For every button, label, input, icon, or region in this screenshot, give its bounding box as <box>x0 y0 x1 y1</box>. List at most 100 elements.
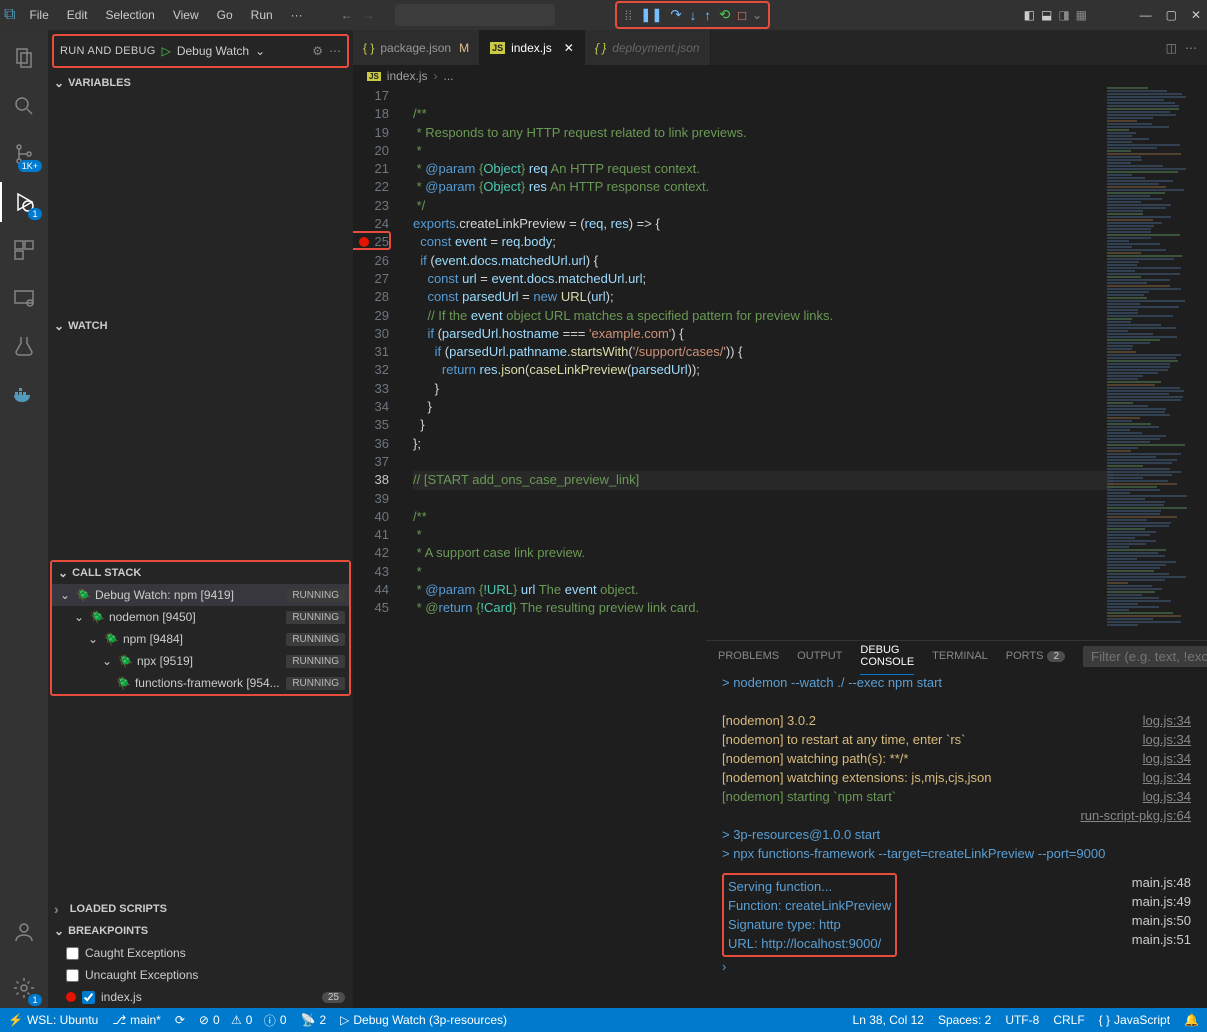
status-encoding[interactable]: UTF-8 <box>1005 1013 1039 1027</box>
status-indentation[interactable]: Spaces: 2 <box>938 1013 991 1027</box>
layout-panel-bottom-icon[interactable]: ⬓ <box>1041 8 1052 22</box>
debug-console[interactable]: > nodemon --watch ./ --exec npm start [n… <box>706 671 1207 984</box>
callstack-spacer <box>48 698 353 898</box>
callstack-row[interactable]: 🪲nodemon [9450]RUNNING <box>52 606 349 628</box>
debug-step-over-icon[interactable]: ↷ <box>668 5 683 25</box>
bp-uncaught-exceptions[interactable]: Uncaught Exceptions <box>48 964 353 986</box>
callstack-row[interactable]: 🪲Debug Watch: npm [9419]RUNNING <box>52 584 349 606</box>
nav-forward-icon[interactable]: → <box>363 8 375 22</box>
breakpoint-dot-icon <box>66 992 76 1002</box>
activity-remote-explorer-icon[interactable] <box>0 278 48 318</box>
debug-stop-icon[interactable]: □ <box>736 6 748 25</box>
panel-tab-problems[interactable]: PROBLEMS <box>718 644 779 668</box>
breadcrumb[interactable]: JS index.js › ... <box>353 65 1207 87</box>
menu-file[interactable]: File <box>21 4 56 26</box>
tab-index-js[interactable]: JSindex.js✕ <box>480 30 585 65</box>
status-sync[interactable]: ⟳ <box>175 1013 185 1027</box>
status-remote[interactable]: ⚡WSL: Ubuntu <box>8 1013 98 1027</box>
console-source-link[interactable]: main.js:49 <box>1132 892 1191 911</box>
menu-selection[interactable]: Selection <box>97 4 162 26</box>
console-source-link[interactable]: log.js:34 <box>1143 768 1191 787</box>
status-ports[interactable]: 📡2 <box>301 1013 327 1027</box>
panel-tab-terminal[interactable]: TERMINAL <box>932 644 988 668</box>
console-input-prompt[interactable]: › <box>722 957 1191 976</box>
debug-config-gear-icon[interactable]: ⚙ <box>312 44 323 58</box>
console-source-link[interactable]: run-script-pkg.js:64 <box>1080 806 1191 825</box>
layout-customize-icon[interactable]: ▦ <box>1076 8 1087 22</box>
menu-edit[interactable]: Edit <box>59 4 96 26</box>
layout-panel-right-icon[interactable]: ◨ <box>1058 8 1069 22</box>
console-source-link[interactable]: main.js:48 <box>1132 873 1191 892</box>
callstack-header[interactable]: CALL STACK <box>52 562 349 584</box>
bp-caught-exceptions[interactable]: Caught Exceptions <box>48 942 353 964</box>
console-source-link[interactable]: log.js:34 <box>1143 787 1191 806</box>
settings-badge: 1 <box>28 994 42 1006</box>
console-text: > 3p-resources@1.0.0 start <box>722 825 880 844</box>
console-source-link[interactable]: main.js:50 <box>1132 911 1191 930</box>
activity-testing-icon[interactable] <box>0 326 48 366</box>
status-debug-session[interactable]: ▷Debug Watch (3p-resources) <box>340 1013 507 1027</box>
breakpoints-header[interactable]: BREAKPOINTS <box>48 920 353 942</box>
chevron-down-icon[interactable]: ⌄ <box>255 44 265 58</box>
activity-settings-icon[interactable]: 1 <box>0 968 48 1008</box>
bp-caught-checkbox[interactable] <box>66 947 79 960</box>
menu-go[interactable]: Go <box>209 4 241 26</box>
debug-restart-icon[interactable]: ⟲ <box>717 5 732 25</box>
variables-section-header[interactable]: VARIABLES <box>48 72 353 94</box>
menu-overflow[interactable]: ··· <box>283 4 311 26</box>
tab-close-icon[interactable]: ✕ <box>564 41 574 55</box>
activity-account-icon[interactable] <box>0 912 48 952</box>
status-eol[interactable]: CRLF <box>1053 1013 1084 1027</box>
minimap[interactable] <box>1107 87 1197 647</box>
panel-tab-output[interactable]: OUTPUT <box>797 644 842 668</box>
console-source-link[interactable]: log.js:34 <box>1143 749 1191 768</box>
console-source-link[interactable]: main.js:51 <box>1132 930 1191 949</box>
activity-docker-icon[interactable] <box>0 374 48 414</box>
panel-tab-ports[interactable]: PORTS2 <box>1006 644 1065 668</box>
window-close-icon[interactable]: ✕ <box>1191 8 1201 22</box>
console-source-link[interactable]: log.js:34 <box>1143 711 1191 730</box>
split-editor-icon[interactable]: ◫ <box>1166 41 1177 55</box>
activity-run-debug-icon[interactable]: 1 <box>0 182 48 222</box>
tab-deployment-json[interactable]: { }deployment.json <box>585 30 711 65</box>
callstack-row[interactable]: 🪲npm [9484]RUNNING <box>52 628 349 650</box>
tab-package-json[interactable]: { }package.jsonM <box>353 30 480 65</box>
window-maximize-icon[interactable]: ▢ <box>1166 8 1177 22</box>
status-language[interactable]: { }JavaScript <box>1099 1013 1170 1027</box>
debug-step-out-icon[interactable]: ↑ <box>702 6 713 25</box>
status-branch[interactable]: ⎇main* <box>112 1013 161 1027</box>
layout-panel-left-icon[interactable]: ◧ <box>1024 8 1035 22</box>
more-actions-icon[interactable]: ⋯ <box>1185 41 1197 55</box>
watch-section-header[interactable]: WATCH <box>48 315 353 337</box>
radio-tower-icon: 📡 <box>301 1013 316 1027</box>
window-minimize-icon[interactable]: — <box>1140 8 1152 22</box>
debug-step-into-icon[interactable]: ↓ <box>688 6 699 25</box>
debug-drag-handle-icon[interactable]: ⁞⁞ <box>623 6 634 25</box>
bp-file-checkbox[interactable] <box>82 991 95 1004</box>
console-source-link[interactable]: log.js:34 <box>1143 730 1191 749</box>
loaded-scripts-header[interactable]: LOADED SCRIPTS <box>48 898 353 920</box>
activity-extensions-icon[interactable] <box>0 230 48 270</box>
activity-search-icon[interactable] <box>0 86 48 126</box>
status-problems[interactable]: ⊘0 ⚠0 ⓘ0 <box>199 1012 287 1029</box>
debug-pause-icon[interactable]: ❚❚ <box>638 5 664 25</box>
menu-view[interactable]: View <box>165 4 207 26</box>
panel-tab-debug-console[interactable]: DEBUG CONSOLE <box>860 638 914 675</box>
debug-config-select[interactable]: Debug Watch <box>177 44 249 58</box>
callstack-row[interactable]: 🪲functions-framework [954...RUNNING <box>52 672 349 694</box>
status-notifications-icon[interactable]: 🔔 <box>1184 1013 1199 1027</box>
overflow-icon[interactable]: ⋯ <box>329 44 341 58</box>
start-debug-icon[interactable]: ▷ <box>162 44 171 58</box>
nav-back-icon[interactable]: ← <box>341 8 353 22</box>
command-center-search[interactable] <box>395 4 555 26</box>
debug-console-filter[interactable] <box>1083 646 1207 667</box>
bp-file-row[interactable]: index.js25 <box>48 986 353 1008</box>
status-cursor-position[interactable]: Ln 38, Col 12 <box>853 1013 924 1027</box>
activity-source-control-icon[interactable]: 1K+ <box>0 134 48 174</box>
chevron-down-icon[interactable]: ⌄ <box>752 8 762 22</box>
menu-run[interactable]: Run <box>243 4 281 26</box>
activity-explorer-icon[interactable] <box>0 38 48 78</box>
bp-uncaught-checkbox[interactable] <box>66 969 79 982</box>
callstack-row[interactable]: 🪲npx [9519]RUNNING <box>52 650 349 672</box>
editor-tabs: { }package.jsonM JSindex.js✕ { }deployme… <box>353 30 1207 65</box>
